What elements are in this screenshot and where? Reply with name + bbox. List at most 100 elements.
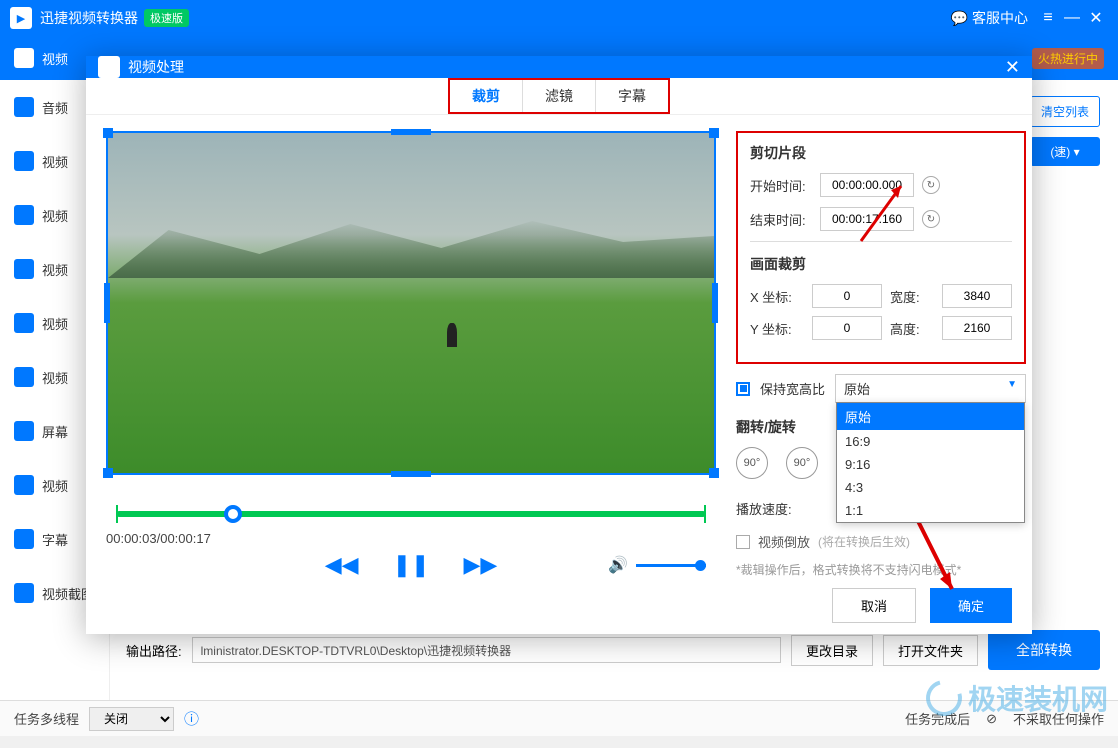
info-icon[interactable]: ⓘ (184, 708, 199, 729)
start-time-input[interactable] (820, 173, 914, 197)
sidebar-item-label: 视频 (42, 368, 68, 387)
clear-list-button[interactable]: 清空列表 (1030, 96, 1100, 127)
aspect-selected: 原始 (844, 379, 870, 398)
preview-image (447, 323, 457, 347)
tab-filter[interactable]: 滤镜 (523, 80, 596, 112)
aspect-option[interactable]: 9:16 (837, 453, 1024, 476)
hot-badge: 火热进行中 (1032, 48, 1104, 69)
x-label: X 坐标: (750, 287, 804, 306)
video-icon (14, 475, 34, 495)
w-input[interactable] (942, 284, 1012, 308)
speed-mode-button[interactable]: (速) ▾ (1030, 137, 1100, 166)
sidebar-item-label: 音频 (42, 98, 68, 117)
support-link[interactable]: 💬 客服中心 (951, 8, 1028, 28)
aspect-option[interactable]: 4:3 (837, 476, 1024, 499)
volume-slider[interactable] (636, 564, 706, 567)
sidebar-item-label: 视频 (42, 476, 68, 495)
crop-handle[interactable] (104, 283, 110, 323)
statusbar: 任务多线程 关闭 ⓘ 任务完成后 ⊘ 不采取任何操作 (0, 700, 1118, 736)
reverse-label: 视频倒放 (758, 532, 810, 551)
x-input[interactable] (812, 284, 882, 308)
settings-highlight-box: 剪切片段 开始时间: ↻ 结束时间: ↻ 画面裁剪 X 坐标: 宽度: (736, 131, 1026, 364)
chevron-down-icon: ▼ (1007, 379, 1017, 398)
timeline-start-tick[interactable] (116, 505, 118, 523)
aspect-option[interactable]: 1:1 (837, 499, 1024, 522)
volume-control[interactable]: 🔊 (608, 555, 706, 575)
close-button[interactable]: ✕ (1084, 8, 1108, 28)
toolbar-icon (14, 48, 34, 68)
crop-handle[interactable] (712, 283, 718, 323)
titlebar: ▶ 迅捷视频转换器 极速版 💬 客服中心 ≡ — ✕ (0, 0, 1118, 36)
rotate-right-button[interactable]: 90° (786, 447, 818, 479)
reset-start-icon[interactable]: ↻ (922, 176, 940, 194)
y-input[interactable] (812, 316, 882, 340)
after-done-label: 任务完成后 (905, 709, 970, 728)
video-icon (14, 259, 34, 279)
sidebar-item-label: 视频 (42, 314, 68, 333)
timeline-track (116, 511, 706, 517)
sidebar-item-label: 视频 (42, 260, 68, 279)
modal-header: 视频处理 ✕ (86, 56, 1032, 78)
rotate-left-button[interactable]: 90° (736, 447, 768, 479)
screen-icon (14, 421, 34, 441)
aspect-ratio-select[interactable]: 原始 ▼ 原始 16:9 9:16 4:3 1:1 (835, 374, 1026, 403)
video-icon (14, 151, 34, 171)
ok-button[interactable]: 确定 (930, 588, 1012, 623)
crop-handle[interactable] (103, 128, 113, 138)
pause-button[interactable]: ❚❚ (393, 552, 430, 578)
h-input[interactable] (942, 316, 1012, 340)
sidebar-item-label: 字幕 (42, 530, 68, 549)
reset-end-icon[interactable]: ↻ (922, 210, 940, 228)
support-label: 客服中心 (972, 8, 1028, 28)
crop-handle[interactable] (709, 468, 719, 478)
tab-crop[interactable]: 裁剪 (450, 80, 523, 112)
video-edit-modal: 视频处理 ✕ 裁剪 滤镜 字幕 (86, 56, 1032, 634)
modal-close-button[interactable]: ✕ (1005, 57, 1020, 78)
preview-image (108, 218, 714, 278)
preview-column: 00:00:03/00:00:17 ◀◀ ❚❚ ▶▶ 🔊 (106, 131, 716, 578)
modal-tabs: 裁剪 滤镜 字幕 (86, 78, 1032, 115)
app-logo-icon: ▶ (10, 7, 32, 29)
app-name: 迅捷视频转换器 (40, 8, 138, 28)
timeline-end-tick[interactable] (704, 505, 706, 523)
tabs-highlight-box: 裁剪 滤镜 字幕 (448, 78, 670, 114)
time-display: 00:00:03/00:00:17 (106, 531, 716, 546)
crop-handle[interactable] (391, 129, 431, 135)
aspect-option[interactable]: 原始 (837, 403, 1024, 430)
noop-icon: ⊘ (986, 711, 997, 727)
prev-button[interactable]: ◀◀ (325, 552, 359, 578)
sidebar-item-label: 视频 (42, 206, 68, 225)
video-icon (14, 313, 34, 333)
toolbar-item[interactable]: 视频 (42, 49, 68, 68)
playback-controls: ◀◀ ❚❚ ▶▶ 🔊 (106, 552, 716, 578)
modal-title: 视频处理 (128, 57, 184, 77)
speaker-icon: 🔊 (608, 555, 628, 575)
clip-section-title: 剪切片段 (750, 143, 1012, 163)
volume-thumb[interactable] (695, 560, 706, 571)
keep-aspect-checkbox[interactable] (736, 382, 750, 396)
timeline-thumb[interactable] (224, 505, 242, 523)
crop-handle[interactable] (103, 468, 113, 478)
tab-subtitle[interactable]: 字幕 (596, 80, 668, 112)
speed-label: 播放速度: (736, 499, 792, 518)
end-time-input[interactable] (820, 207, 914, 231)
next-button[interactable]: ▶▶ (463, 552, 497, 578)
video-preview[interactable] (106, 131, 716, 475)
settings-column: 剪切片段 开始时间: ↻ 结束时间: ↻ 画面裁剪 X 坐标: 宽度: (736, 131, 1026, 578)
keep-aspect-label: 保持宽高比 (760, 379, 825, 398)
timeline[interactable] (106, 503, 716, 523)
menu-icon[interactable]: ≡ (1036, 9, 1060, 27)
after-done-value[interactable]: 不采取任何操作 (1013, 709, 1104, 728)
sidebar-item-label: 视频 (42, 152, 68, 171)
sidebar-item-label: 屏幕 (42, 422, 68, 441)
aspect-dropdown: 原始 16:9 9:16 4:3 1:1 (836, 402, 1025, 523)
minimize-button[interactable]: — (1060, 9, 1084, 27)
crop-handle[interactable] (391, 471, 431, 477)
reverse-checkbox[interactable] (736, 535, 750, 549)
cancel-button[interactable]: 取消 (832, 588, 916, 623)
multithread-select[interactable]: 关闭 (89, 707, 174, 731)
crop-handle[interactable] (709, 128, 719, 138)
end-time-label: 结束时间: (750, 210, 812, 229)
aspect-option[interactable]: 16:9 (837, 430, 1024, 453)
edit-note: *裁辑操作后，格式转换将不支持闪电模式* (736, 561, 1026, 578)
